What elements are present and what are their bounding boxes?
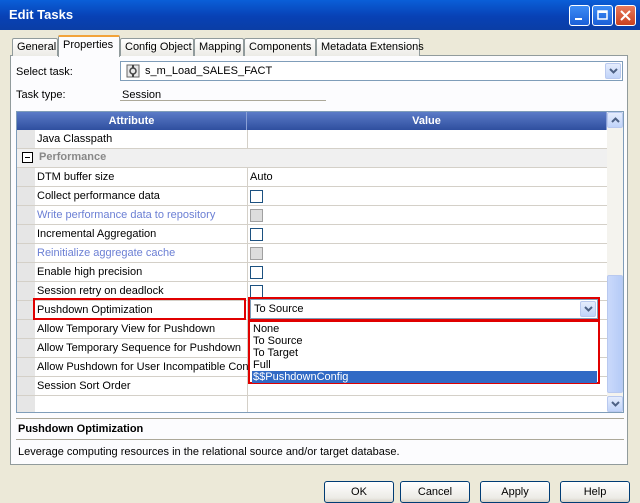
tab-general[interactable]: General: [12, 38, 58, 56]
row-dtm-buffer-size[interactable]: DTM buffer size Auto: [17, 168, 607, 187]
section-label: Performance: [39, 151, 107, 163]
combo-value: To Source: [254, 303, 304, 315]
collapse-icon[interactable]: [22, 152, 33, 163]
column-header-attribute[interactable]: Attribute: [17, 112, 247, 130]
description-title: Pushdown Optimization: [18, 423, 144, 435]
tab-mapping[interactable]: Mapping: [194, 38, 244, 56]
chevron-down-icon: [584, 306, 593, 312]
chevron-down-icon: [611, 401, 620, 407]
cancel-button[interactable]: Cancel: [400, 481, 470, 503]
grid-scrollbar[interactable]: [607, 112, 623, 412]
description-text: Leverage computing resources in the rela…: [18, 446, 400, 458]
pushdown-label-highlight: [33, 298, 246, 320]
row-write-performance-data[interactable]: Write performance data to repository: [17, 206, 607, 225]
chevron-up-icon: [611, 117, 620, 123]
title-bar: Edit Tasks: [0, 0, 640, 30]
scrollbar-thumb[interactable]: [607, 275, 623, 393]
attribute-label: Reinitialize aggregate cache: [37, 247, 176, 259]
task-type-label: Task type:: [16, 89, 66, 101]
row-reinitialize-aggregate-cache[interactable]: Reinitialize aggregate cache: [17, 244, 607, 263]
option-pushdown-config[interactable]: $$PushdownConfig: [252, 371, 597, 383]
row-enable-high-precision[interactable]: Enable high precision: [17, 263, 607, 282]
attribute-label: Incremental Aggregation: [37, 228, 157, 240]
attribute-label: Enable high precision: [37, 266, 143, 278]
tab-components[interactable]: Components: [244, 38, 316, 56]
description-panel: Pushdown Optimization Leverage computing…: [16, 418, 624, 461]
select-task-dropdown-button[interactable]: [605, 63, 621, 79]
help-button[interactable]: Help: [560, 481, 630, 503]
column-header-value[interactable]: Value: [247, 112, 607, 130]
checkbox[interactable]: [250, 190, 263, 203]
description-divider: [16, 439, 624, 440]
pushdown-optimization-combo[interactable]: To Source: [250, 299, 598, 319]
scroll-down-button[interactable]: [607, 396, 623, 412]
close-icon: [620, 10, 631, 21]
section-performance[interactable]: Performance: [17, 149, 607, 168]
row-java-classpath[interactable]: Java Classpath: [17, 130, 607, 149]
tab-config-object[interactable]: Config Object: [120, 38, 194, 56]
maximize-icon: [597, 10, 608, 20]
checkbox[interactable]: [250, 228, 263, 241]
row-collect-performance-data[interactable]: Collect performance data: [17, 187, 607, 206]
checkbox-disabled: [250, 247, 263, 260]
tab-label: Config Object: [125, 41, 192, 53]
option-to-source[interactable]: To Source: [252, 335, 597, 347]
attribute-label: Allow Temporary Sequence for Pushdown: [37, 342, 242, 354]
window-title: Edit Tasks: [9, 7, 74, 22]
close-button[interactable]: [615, 5, 636, 26]
attribute-label: Java Classpath: [37, 133, 113, 145]
tab-label: Components: [249, 41, 312, 53]
ok-button[interactable]: OK: [324, 481, 394, 503]
attribute-label: DTM buffer size: [37, 171, 115, 183]
attribute-label: Write performance data to repository: [37, 209, 216, 221]
attribute-label: Allow Pushdown for User Incompatible Con…: [37, 361, 258, 373]
option-full[interactable]: Full: [252, 359, 597, 371]
apply-button[interactable]: Apply: [480, 481, 550, 503]
tab-properties[interactable]: Properties: [58, 35, 120, 57]
tab-label: Properties: [63, 39, 114, 51]
pushdown-options-list[interactable]: None To Source To Target Full $$Pushdown…: [248, 320, 600, 384]
select-task-dropdown[interactable]: s_m_Load_SALES_FACT: [120, 61, 623, 81]
attribute-label: Allow Temporary View for Pushdown: [37, 323, 216, 335]
option-to-target[interactable]: To Target: [252, 347, 597, 359]
attribute-label: Collect performance data: [37, 190, 160, 202]
minimize-button[interactable]: [569, 5, 590, 26]
checkbox-disabled: [250, 209, 263, 222]
maximize-button[interactable]: [592, 5, 613, 26]
tab-label: General: [17, 41, 57, 53]
scroll-up-button[interactable]: [607, 112, 623, 128]
session-icon: [126, 64, 140, 78]
tab-label: Metadata Extensions: [321, 41, 424, 53]
row-incremental-aggregation[interactable]: Incremental Aggregation: [17, 225, 607, 244]
select-task-value: s_m_Load_SALES_FACT: [145, 65, 273, 77]
attribute-label: Session retry on deadlock: [37, 285, 164, 297]
pushdown-dropdown-button[interactable]: [580, 301, 596, 317]
task-type-underline: [120, 100, 326, 101]
minimize-icon: [575, 18, 582, 20]
attribute-value[interactable]: Auto: [250, 171, 273, 183]
select-task-label: Select task:: [16, 66, 73, 78]
option-none[interactable]: None: [252, 323, 597, 335]
checkbox[interactable]: [250, 266, 263, 279]
tab-label: Mapping: [199, 41, 242, 53]
attribute-label: Session Sort Order: [37, 380, 131, 392]
chevron-down-icon: [609, 68, 618, 74]
tab-metadata-extensions[interactable]: Metadata Extensions: [316, 38, 424, 56]
